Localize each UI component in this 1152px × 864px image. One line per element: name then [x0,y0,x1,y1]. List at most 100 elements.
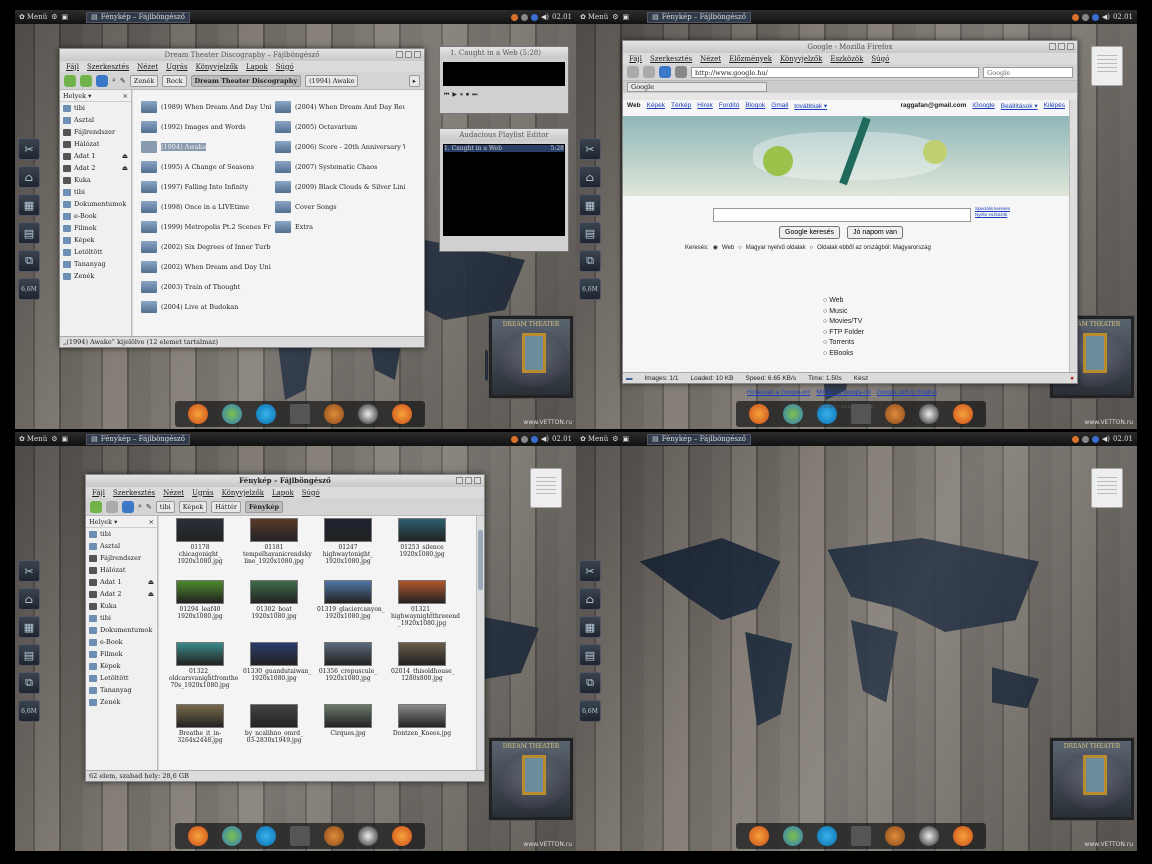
menu-go[interactable]: Ugrás [192,489,214,497]
image-thumbnail[interactable]: Dontzen_Knees.jpg [391,704,453,737]
pidgin-icon[interactable] [222,404,242,424]
image-thumbnail[interactable]: 02014_thisoldhouse_ 1280x800.jpg [391,642,455,682]
home-folder-icon[interactable]: ⌂ [579,166,601,188]
menu-tabs[interactable]: Lapok [272,489,294,497]
radio-ftp[interactable]: ○ FTP Folder [823,328,864,339]
folder-item[interactable]: (2004) When Dream And Day Reu... [275,98,405,116]
tools-icon[interactable]: ✂ [18,560,40,582]
place-item[interactable]: tibi [86,612,157,624]
menu-bookmarks[interactable]: Könyvjelzők [196,63,238,71]
tools-icon[interactable]: ✂ [579,560,601,582]
bluetooth-icon[interactable] [1091,13,1099,21]
folder-item[interactable]: (1995) A Change of Seasons [141,158,271,176]
back-icon[interactable] [64,74,76,87]
firefox-icon[interactable] [953,826,973,846]
menu-view[interactable]: Nézet [700,55,721,63]
eject-icon[interactable]: ⏏ [122,152,128,160]
place-item[interactable]: Képek [60,234,131,246]
taskbar-item[interactable]: ▤ Fénykép – Fájlböngésző [86,433,190,445]
url-bar[interactable]: http://www.google.hu/ [691,66,979,78]
crumb-fenykep[interactable]: Fénykép [244,500,284,513]
files-icon[interactable]: ▤ [18,644,40,666]
gimp-icon[interactable] [885,826,905,846]
menu-edit[interactable]: Szerkesztés [87,63,129,71]
place-item[interactable]: Fájlrendszer [86,552,157,564]
image-thumbnail[interactable]: 01294_leaf40 1920x1080.jpg [169,580,231,620]
menu-tools[interactable]: Eszközök [830,55,863,63]
nav-news[interactable]: Hírek [697,102,713,110]
place-item[interactable]: Letöltött [60,246,131,258]
place-item[interactable]: Dokumentumok [86,624,157,636]
close-button[interactable] [474,477,481,484]
prev-icon[interactable]: ⏮ [444,91,449,99]
settings-link[interactable]: Beállítások ▾ [1001,102,1038,110]
place-item[interactable]: Kuka [60,174,131,186]
language-tools-link[interactable]: Nyelvi eszközök [975,212,1010,218]
menu-tabs[interactable]: Lapok [246,63,268,71]
menu-file[interactable]: Fájl [629,55,642,63]
network-icon[interactable] [520,13,528,21]
place-item[interactable]: Filmek [60,222,131,234]
monitor-icon[interactable]: ▣ [622,435,629,443]
scrollbar[interactable] [1069,100,1077,372]
place-item[interactable]: Letöltött [86,672,157,684]
network-icon[interactable] [1081,435,1089,443]
window-titlebar[interactable]: Google - Mozilla Firefox [623,41,1077,53]
home-folder-icon[interactable]: ⌂ [579,588,601,610]
nav-web[interactable]: Web [627,102,641,110]
monitor-icon[interactable]: ▣ [61,435,68,443]
skype-icon[interactable] [817,826,837,846]
forward-icon[interactable] [106,500,118,513]
album-cover-widget[interactable]: DREAM THEATER [488,315,574,399]
home-folder-icon[interactable]: ⌂ [18,166,40,188]
trash-icon[interactable]: 6,6M [579,278,601,300]
crumb-kepek[interactable]: Képek [178,500,208,513]
menu-view[interactable]: Nézet [163,489,184,497]
close-button[interactable] [1067,43,1074,50]
files-icon[interactable]: ▤ [579,222,601,244]
radio-music[interactable]: ○ Music [823,307,864,318]
image-thumbnail[interactable]: 01178 chicagonight_ 1920x1080.jpg [169,518,231,565]
forward-icon[interactable] [80,74,92,87]
about-link[interactable]: Minden a Google-ról [816,390,870,396]
logout-link[interactable]: Kilépés [1044,102,1065,110]
radio-hungarian[interactable]: ○ [738,245,742,251]
pause-icon[interactable]: ⏸ [460,91,463,99]
chevron-right-icon[interactable]: ▸ [408,74,420,87]
image-thumbnail[interactable]: 01322_ oldcarsvanightfromthe 70s_1920x1080… [169,642,238,689]
firefox-icon[interactable] [188,826,208,846]
image-thumbnail[interactable]: 01321_ highwaynightthreeend _1920x1080.jpg [391,580,460,627]
clock[interactable]: 02.01 [552,13,572,21]
menu-help[interactable]: Súgó [302,489,320,497]
place-item[interactable]: Zenék [86,696,157,708]
player-title[interactable]: 1. Caught in a Web (5:28) [440,47,568,59]
image-thumbnail[interactable]: by_ncalihno_omrd_ 03-2830x1949.jpg [243,704,305,744]
place-item[interactable]: e-Book [86,636,157,648]
window-icon[interactable]: ▦ [18,616,40,638]
place-item[interactable]: Kuka [86,600,157,612]
clock[interactable]: 02.01 [552,435,572,443]
folder-item[interactable]: (2009) Black Clouds & Silver Linings [275,178,405,196]
folder-item[interactable]: Extra [275,218,405,236]
folder-item[interactable]: Cover Songs [275,198,405,216]
scrollbar-thumb[interactable] [478,530,483,590]
playlist-title[interactable]: Audacious Playlist Editor [440,129,568,141]
gimp-icon[interactable] [324,826,344,846]
pidgin-icon[interactable] [222,826,242,846]
firefox-icon[interactable] [749,826,769,846]
folder-item[interactable]: (1999) Metropolis Pt.2 Scenes From... [141,218,271,236]
places-header[interactable]: Helyek ▾ [89,518,117,526]
place-item[interactable]: tibi [86,528,157,540]
place-item[interactable]: Asztal [60,114,131,126]
files-icon[interactable]: ▤ [579,644,601,666]
close-icon[interactable]: × [123,92,128,100]
tab-google[interactable]: Google [627,82,767,92]
place-item[interactable]: Adat 2 ⏏ [86,588,157,600]
edit-icon[interactable]: ✎ [146,503,152,511]
place-item[interactable]: Hálózat [86,564,157,576]
back-icon[interactable] [627,66,639,78]
scrollbar[interactable] [476,516,484,770]
taskbar-item[interactable]: ▤ Fénykép – Fájlböngésző [86,11,190,23]
firefox-icon[interactable] [392,404,412,424]
menu-history[interactable]: Előzmények [729,55,772,63]
